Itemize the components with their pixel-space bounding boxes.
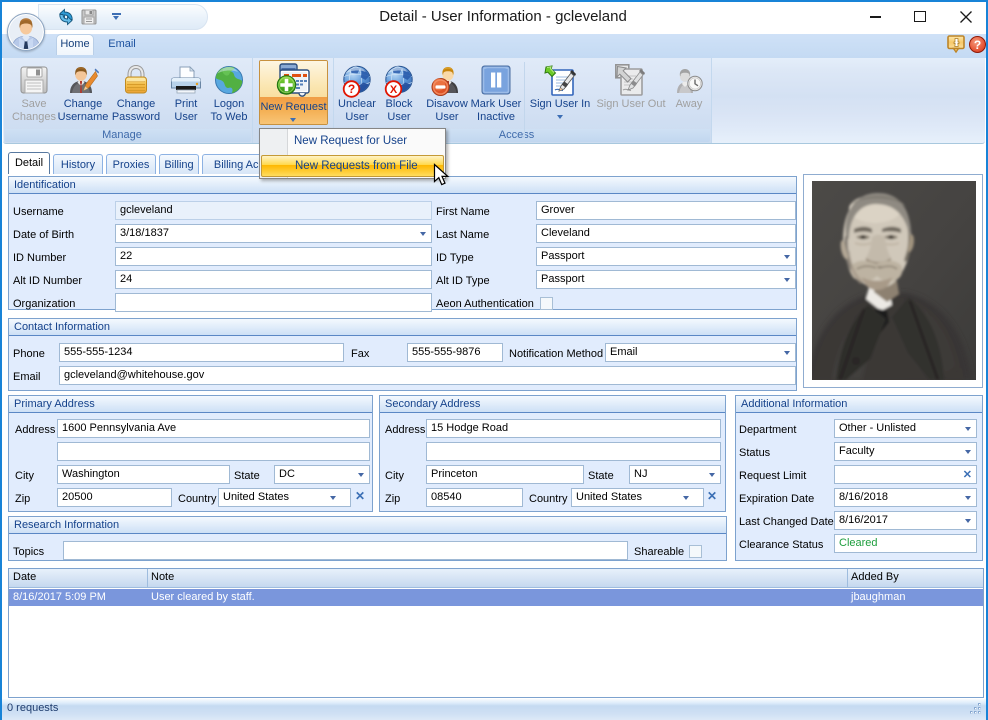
svg-text:?: ? xyxy=(348,82,355,96)
svg-text:X: X xyxy=(390,84,398,96)
